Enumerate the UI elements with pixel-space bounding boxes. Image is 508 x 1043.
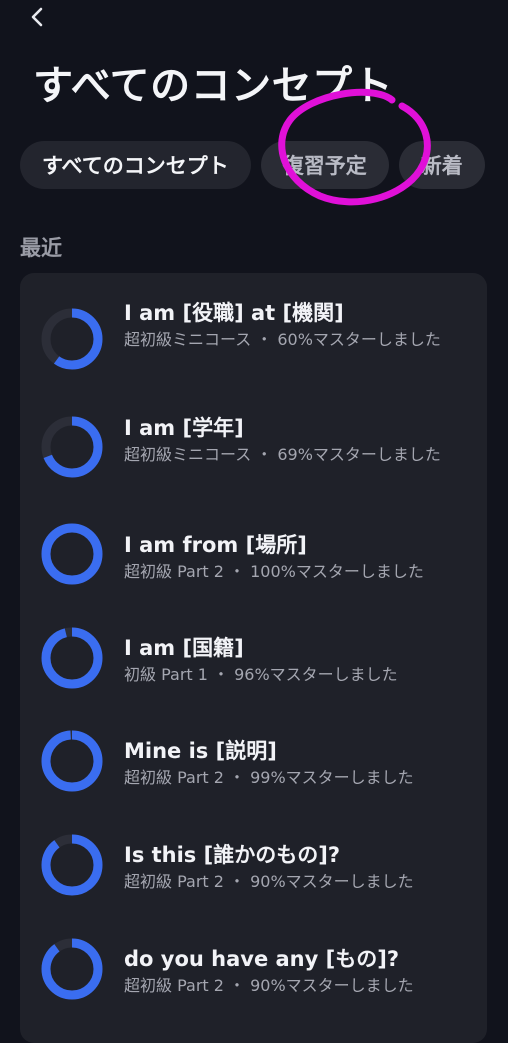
section-label-recent: 最近 [20, 236, 62, 260]
progress-ring [41, 523, 103, 585]
progress-ring [41, 308, 103, 370]
concept-subtitle: 初級 Part 1 ・ 96%マスターしました [124, 665, 398, 684]
page-title: すべてのコンセプト [33, 63, 394, 109]
concept-title: Mine is [説明] [124, 739, 277, 763]
concept-list: I am [役職] at [機関] 超初級ミニコース ・ 60%マスターしました… [20, 273, 487, 1043]
list-item[interactable]: Is this [誰かのもの]? 超初級 Part 2 ・ 90%マスターしまし… [20, 820, 487, 920]
concept-subtitle: 超初級 Part 2 ・ 100%マスターしました [124, 562, 424, 581]
list-item[interactable]: I am [国籍] 初級 Part 1 ・ 96%マスターしました [20, 613, 487, 713]
list-item[interactable]: I am from [場所] 超初級 Part 2 ・ 100%マスターしました [20, 508, 487, 608]
list-item[interactable]: do you have any [もの]? 超初級 Part 2 ・ 90%マス… [20, 923, 487, 1023]
progress-ring [41, 416, 103, 478]
progress-ring [41, 627, 103, 689]
tab-new[interactable]: 新着 [398, 141, 485, 189]
chevron-left-icon [31, 7, 43, 27]
concept-subtitle: 超初級ミニコース ・ 60%マスターしました [124, 330, 441, 349]
list-item[interactable]: I am [役職] at [機関] 超初級ミニコース ・ 60%マスターしました [20, 273, 487, 373]
progress-ring [41, 938, 103, 1000]
tab-review-scheduled[interactable]: 復習予定 [260, 141, 389, 189]
concept-subtitle: 超初級ミニコース ・ 69%マスターしました [124, 445, 441, 464]
progress-ring [41, 834, 103, 896]
concept-subtitle: 超初級 Part 2 ・ 99%マスターしました [124, 768, 414, 787]
concept-title: Is this [誰かのもの]? [124, 843, 340, 867]
concept-subtitle: 超初級 Part 2 ・ 90%マスターしました [124, 872, 414, 891]
list-item[interactable]: I am [学年] 超初級ミニコース ・ 69%マスターしました [20, 388, 487, 488]
concept-subtitle: 超初級 Part 2 ・ 90%マスターしました [124, 976, 414, 995]
list-item[interactable]: Mine is [説明] 超初級 Part 2 ・ 99%マスターしました [20, 716, 487, 816]
concept-title: I am [役職] at [機関] [124, 301, 344, 325]
progress-ring [41, 730, 103, 792]
back-button[interactable] [22, 2, 52, 32]
filter-tabs: すべてのコンセプト 復習予定 新着 [20, 141, 485, 189]
tab-all-concepts[interactable]: すべてのコンセプト [20, 141, 251, 189]
concept-title: do you have any [もの]? [124, 947, 400, 971]
concept-title: I am [国籍] [124, 636, 244, 660]
concept-title: I am [学年] [124, 416, 244, 440]
concept-title: I am from [場所] [124, 533, 307, 557]
